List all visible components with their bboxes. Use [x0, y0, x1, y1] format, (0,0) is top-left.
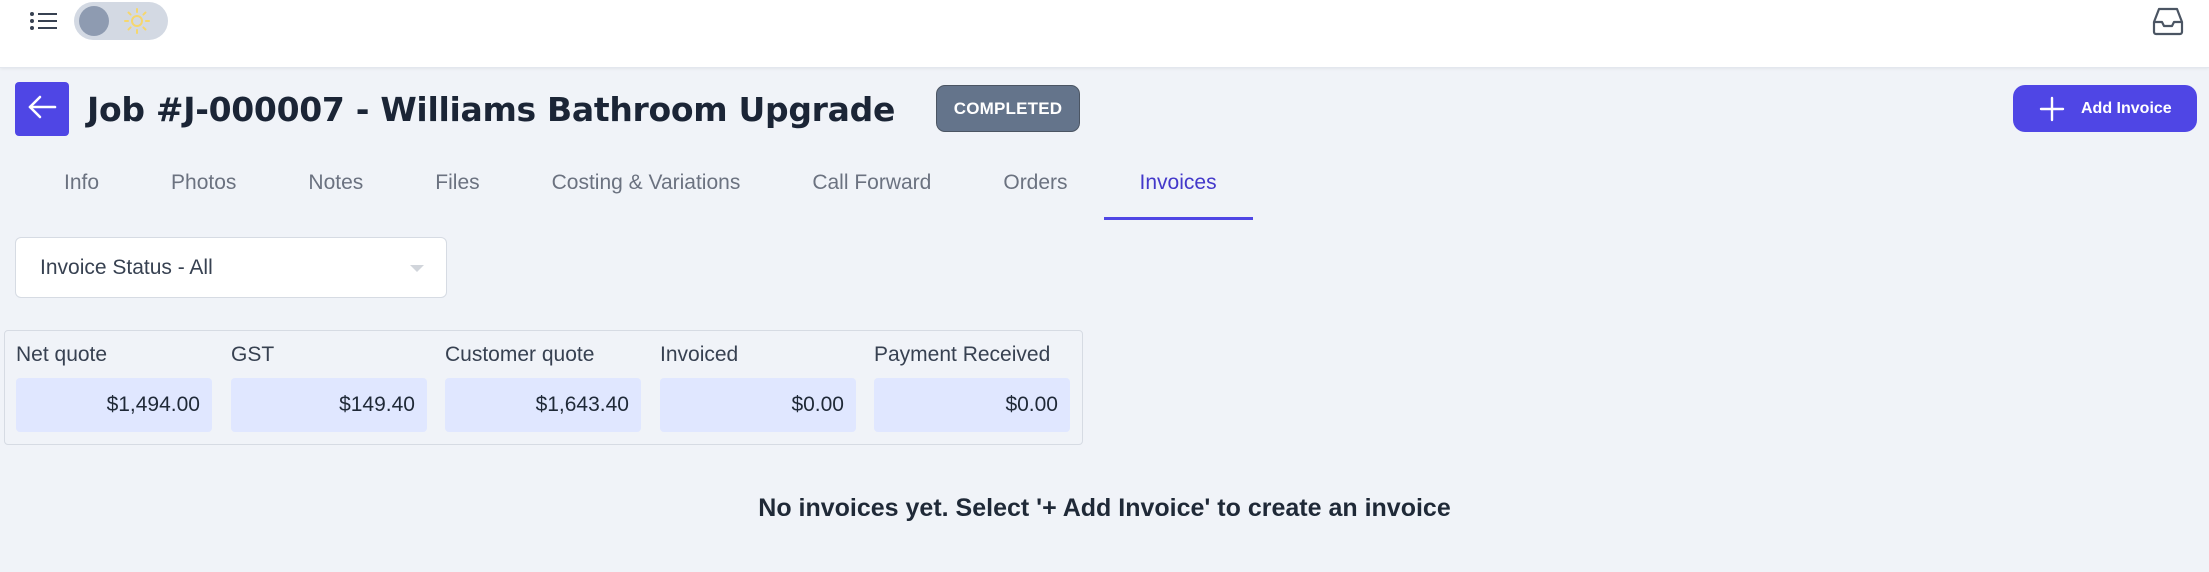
arrow-left-icon [27, 94, 57, 125]
tab-files[interactable]: Files [399, 160, 515, 220]
tab-call-forward[interactable]: Call Forward [776, 160, 967, 220]
tab-info[interactable]: Info [28, 160, 135, 220]
invoice-status-value: Invoice Status - All [40, 256, 213, 279]
summary-label: Net quote [16, 343, 108, 366]
summary-value: $0.00 [874, 378, 1070, 432]
summary-value: $0.00 [660, 378, 856, 432]
sun-icon [124, 8, 150, 34]
tab-orders[interactable]: Orders [967, 160, 1103, 220]
job-tabs: Info Photos Notes Files Costing & Variat… [28, 160, 1253, 220]
summary-value: $1,643.40 [445, 378, 641, 432]
invoice-summary-panel: Net quote $1,494.00 GST $149.40 Customer… [4, 330, 1083, 445]
summary-label: Customer quote [445, 343, 595, 366]
toggle-knob [79, 6, 109, 36]
add-invoice-label: Add Invoice [2081, 99, 2172, 117]
summary-value: $149.40 [231, 378, 427, 432]
add-invoice-button[interactable]: Add Invoice [2013, 85, 2197, 132]
plus-icon [2039, 96, 2065, 122]
tab-costing-variations[interactable]: Costing & Variations [516, 160, 777, 220]
tab-invoices[interactable]: Invoices [1103, 160, 1253, 220]
top-bar [0, 0, 2209, 68]
summary-label: Payment Received [874, 343, 1051, 366]
page-title: Job #J-000007 - Williams Bathroom Upgrad… [87, 90, 896, 129]
summary-label: Invoiced [660, 343, 739, 366]
tab-photos[interactable]: Photos [135, 160, 272, 220]
empty-state-message: No invoices yet. Select '+ Add Invoice' … [758, 494, 1451, 522]
list-icon[interactable] [28, 6, 60, 36]
tab-notes[interactable]: Notes [272, 160, 399, 220]
inbox-icon[interactable] [2150, 4, 2186, 38]
chevron-down-icon [410, 265, 424, 272]
back-button[interactable] [15, 82, 69, 136]
summary-value: $1,494.00 [16, 378, 212, 432]
invoice-status-select[interactable]: Invoice Status - All [15, 237, 447, 298]
summary-label: GST [231, 343, 275, 366]
theme-toggle[interactable] [74, 2, 168, 40]
status-badge: COMPLETED [936, 85, 1080, 132]
